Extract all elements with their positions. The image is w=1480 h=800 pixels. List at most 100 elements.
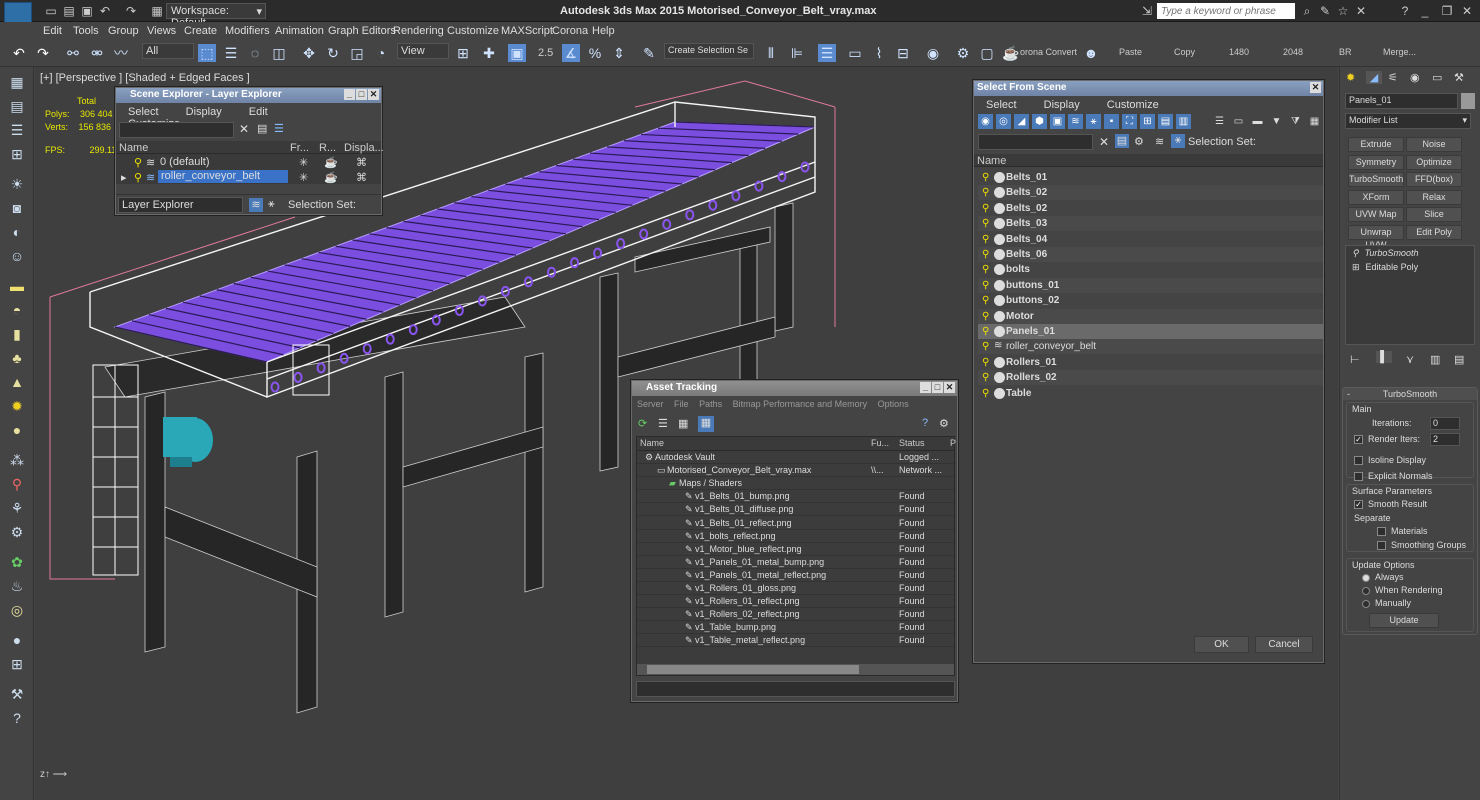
curve-editor-icon[interactable]: ⌇ xyxy=(870,44,888,62)
teapot-icon[interactable]: ☕ xyxy=(324,156,338,169)
col-name[interactable]: Name xyxy=(119,142,148,154)
refresh-icon[interactable]: ⟳ xyxy=(638,417,647,430)
make-unique-icon[interactable]: ⋎ xyxy=(1406,353,1414,366)
hierarchy-tab-icon[interactable]: ⚟ xyxy=(1388,71,1398,84)
object-name-field[interactable]: Panels_01 xyxy=(1345,93,1458,109)
list-view-icon[interactable]: ☰ xyxy=(658,417,668,430)
keyboard-shortcut-icon[interactable]: ▣ xyxy=(508,44,526,62)
bulb-icon[interactable]: ⚲ xyxy=(982,234,989,245)
particles-icon[interactable]: ⁂ xyxy=(8,451,26,469)
modifier-button-relax[interactable]: Relax xyxy=(1406,189,1462,205)
rollout-header[interactable]: - TurboSmooth xyxy=(1343,388,1477,400)
box-icon[interactable]: ▬ xyxy=(8,277,26,295)
new-file-icon[interactable]: ▭ xyxy=(44,4,58,18)
hair-icon[interactable]: ♨ xyxy=(8,577,26,595)
render-iters-spinner[interactable]: 2 xyxy=(1430,433,1460,446)
hierarchy-icon[interactable]: ⚹ xyxy=(268,198,275,211)
skeleton-icon[interactable]: ⚘ xyxy=(8,499,26,517)
grid-tool-icon[interactable]: ⊞ xyxy=(8,655,26,673)
bulb-icon[interactable]: ⚲ xyxy=(982,187,989,198)
modifier-button-turbosmooth[interactable]: TurboSmooth xyxy=(1348,172,1404,187)
star-icon[interactable]: ☆ xyxy=(1336,4,1350,18)
find-icon[interactable]: ▤ xyxy=(1115,134,1129,148)
object-list-item[interactable]: ⚲ Belts_03 xyxy=(978,216,1323,232)
menu-rendering[interactable]: Rendering xyxy=(393,25,444,37)
at-menu-server[interactable]: Server xyxy=(637,399,664,409)
window-crossing-icon[interactable]: ◫ xyxy=(270,44,288,62)
modifier-button-noise[interactable]: Noise xyxy=(1406,137,1462,152)
bulb-icon[interactable]: ⚲ xyxy=(982,203,989,214)
sort-icon[interactable]: ⚙ xyxy=(1134,135,1144,148)
redo-icon[interactable]: ↷ xyxy=(124,4,138,18)
menu-views[interactable]: Views xyxy=(147,25,176,37)
cylinder-icon[interactable]: ▮ xyxy=(8,325,26,343)
se-menu-edit[interactable]: Edit xyxy=(249,106,268,118)
pivot-icon[interactable]: ⊞ xyxy=(454,44,472,62)
bulb-icon[interactable]: ⚲ xyxy=(982,218,989,229)
light-filter-icon[interactable]: ◢ xyxy=(1014,114,1029,129)
object-list-item[interactable]: ⚲ Table xyxy=(978,386,1323,401)
utilities-tab-icon[interactable]: ⚒ xyxy=(1454,71,1464,84)
helper-icon[interactable]: ◐ xyxy=(8,223,26,241)
asset-row[interactable]: ✎ v1_Table_metal_reflect.png Found xyxy=(637,634,954,648)
update-button[interactable]: Update xyxy=(1369,613,1439,628)
object-list-item[interactable]: ⚲ buttons_01 xyxy=(978,277,1323,293)
shell-icon[interactable]: ♣ xyxy=(8,349,26,367)
sfs-menu-select[interactable]: Select xyxy=(986,99,1017,111)
stack-item[interactable]: ⊞ Editable Poly xyxy=(1346,261,1474,274)
at-menu-bitmap[interactable]: Bitmap Performance and Memory xyxy=(733,399,868,409)
col-display[interactable]: Displa... xyxy=(344,142,384,154)
cancel-button[interactable]: Cancel xyxy=(1255,636,1313,653)
place-icon[interactable]: ◔ xyxy=(372,44,390,62)
skull-icon[interactable]: ☻ xyxy=(1082,44,1100,62)
menu-help[interactable]: Help xyxy=(592,25,615,37)
object-list-item[interactable]: ⚲ ≋ roller_conveyor_belt xyxy=(978,339,1323,355)
modifier-button-optimize[interactable]: Optimize xyxy=(1406,154,1462,170)
object-list-item[interactable]: ⚲ Motor xyxy=(978,308,1323,324)
when-rendering-radio[interactable] xyxy=(1362,586,1370,595)
help-icon[interactable]: ? xyxy=(922,417,928,429)
render-iters-checkbox[interactable]: ✓ xyxy=(1354,435,1363,445)
menu-modifiers[interactable]: Modifiers xyxy=(225,25,270,37)
manually-radio[interactable] xyxy=(1362,599,1370,608)
group-filter-icon[interactable]: ⚹ xyxy=(1086,114,1101,129)
bulb-icon[interactable]: ⚲ xyxy=(1352,248,1359,258)
display-icon[interactable]: ⌘ xyxy=(356,156,367,169)
col-p[interactable]: P xyxy=(950,438,956,448)
geometry-filter-icon[interactable]: ◉ xyxy=(978,114,993,129)
layers-icon[interactable]: ≋ xyxy=(249,198,263,212)
clear-icon[interactable]: ✕ xyxy=(239,122,249,136)
at-titlebar[interactable]: Asset Tracking _ □ ✕ xyxy=(632,381,957,396)
reference-coordinate-dropdown[interactable]: View xyxy=(397,43,449,59)
object-list-item[interactable]: ⚲ Panels_01 xyxy=(978,324,1323,339)
always-radio[interactable] xyxy=(1362,573,1370,582)
stack-item[interactable]: ⚲ TurboSmooth xyxy=(1346,246,1474,261)
sfs-selection-set-label[interactable]: Selection Set: xyxy=(1188,136,1256,148)
copy-button[interactable]: Copy xyxy=(1174,47,1195,57)
asset-row[interactable]: ✎ v1_Belts_01_diffuse.png Found xyxy=(637,503,954,517)
named-selection-dropdown[interactable]: Create Selection Se xyxy=(664,43,754,59)
asset-row[interactable]: ✎ v1_Belts_01_bump.png Found xyxy=(637,490,954,504)
close-icon[interactable]: ✕ xyxy=(944,382,955,393)
modifier-button-ffd-box-[interactable]: FFD(box) xyxy=(1406,172,1462,187)
align-icon[interactable]: ⊫ xyxy=(788,44,806,62)
layer-row[interactable]: ▸ ⚲ ≋ roller_conveyor_belt ✳ ☕ ⌘ xyxy=(116,169,381,184)
bulb-icon[interactable]: ⚲ xyxy=(982,264,989,275)
bulb-icon[interactable]: ⚲ xyxy=(134,171,142,184)
se-menu-select[interactable]: Select xyxy=(128,106,159,118)
asset-row[interactable]: ✎ v1_Rollers_01_gloss.png Found xyxy=(637,582,954,595)
asset-row[interactable]: ✎ v1_Belts_01_reflect.png Found xyxy=(637,517,954,530)
object-list-item[interactable]: ⚲ Rollers_01 xyxy=(978,355,1323,370)
isoline-checkbox[interactable] xyxy=(1354,456,1363,466)
smooth-result-checkbox[interactable]: ✓ xyxy=(1354,500,1363,510)
asset-row[interactable]: ✎ v1_Panels_01_metal_reflect.png Found xyxy=(637,569,954,582)
at-menu-file[interactable]: File xyxy=(674,399,689,409)
plant-icon[interactable]: ✿ xyxy=(8,553,26,571)
menu-animation[interactable]: Animation xyxy=(275,25,324,37)
minimize-icon[interactable]: _ xyxy=(920,382,931,393)
freeze-icon[interactable]: ✳ xyxy=(299,156,308,169)
asset-row[interactable]: ✎ v1_Rollers_01_reflect.png Found xyxy=(637,595,954,609)
layer-row[interactable]: ⚲ ≋ 0 (default) ✳ ☕ ⌘ xyxy=(116,154,381,169)
bulb-icon[interactable]: ⚲ xyxy=(982,326,989,337)
resolution-height-button[interactable]: 2048 xyxy=(1283,47,1303,57)
